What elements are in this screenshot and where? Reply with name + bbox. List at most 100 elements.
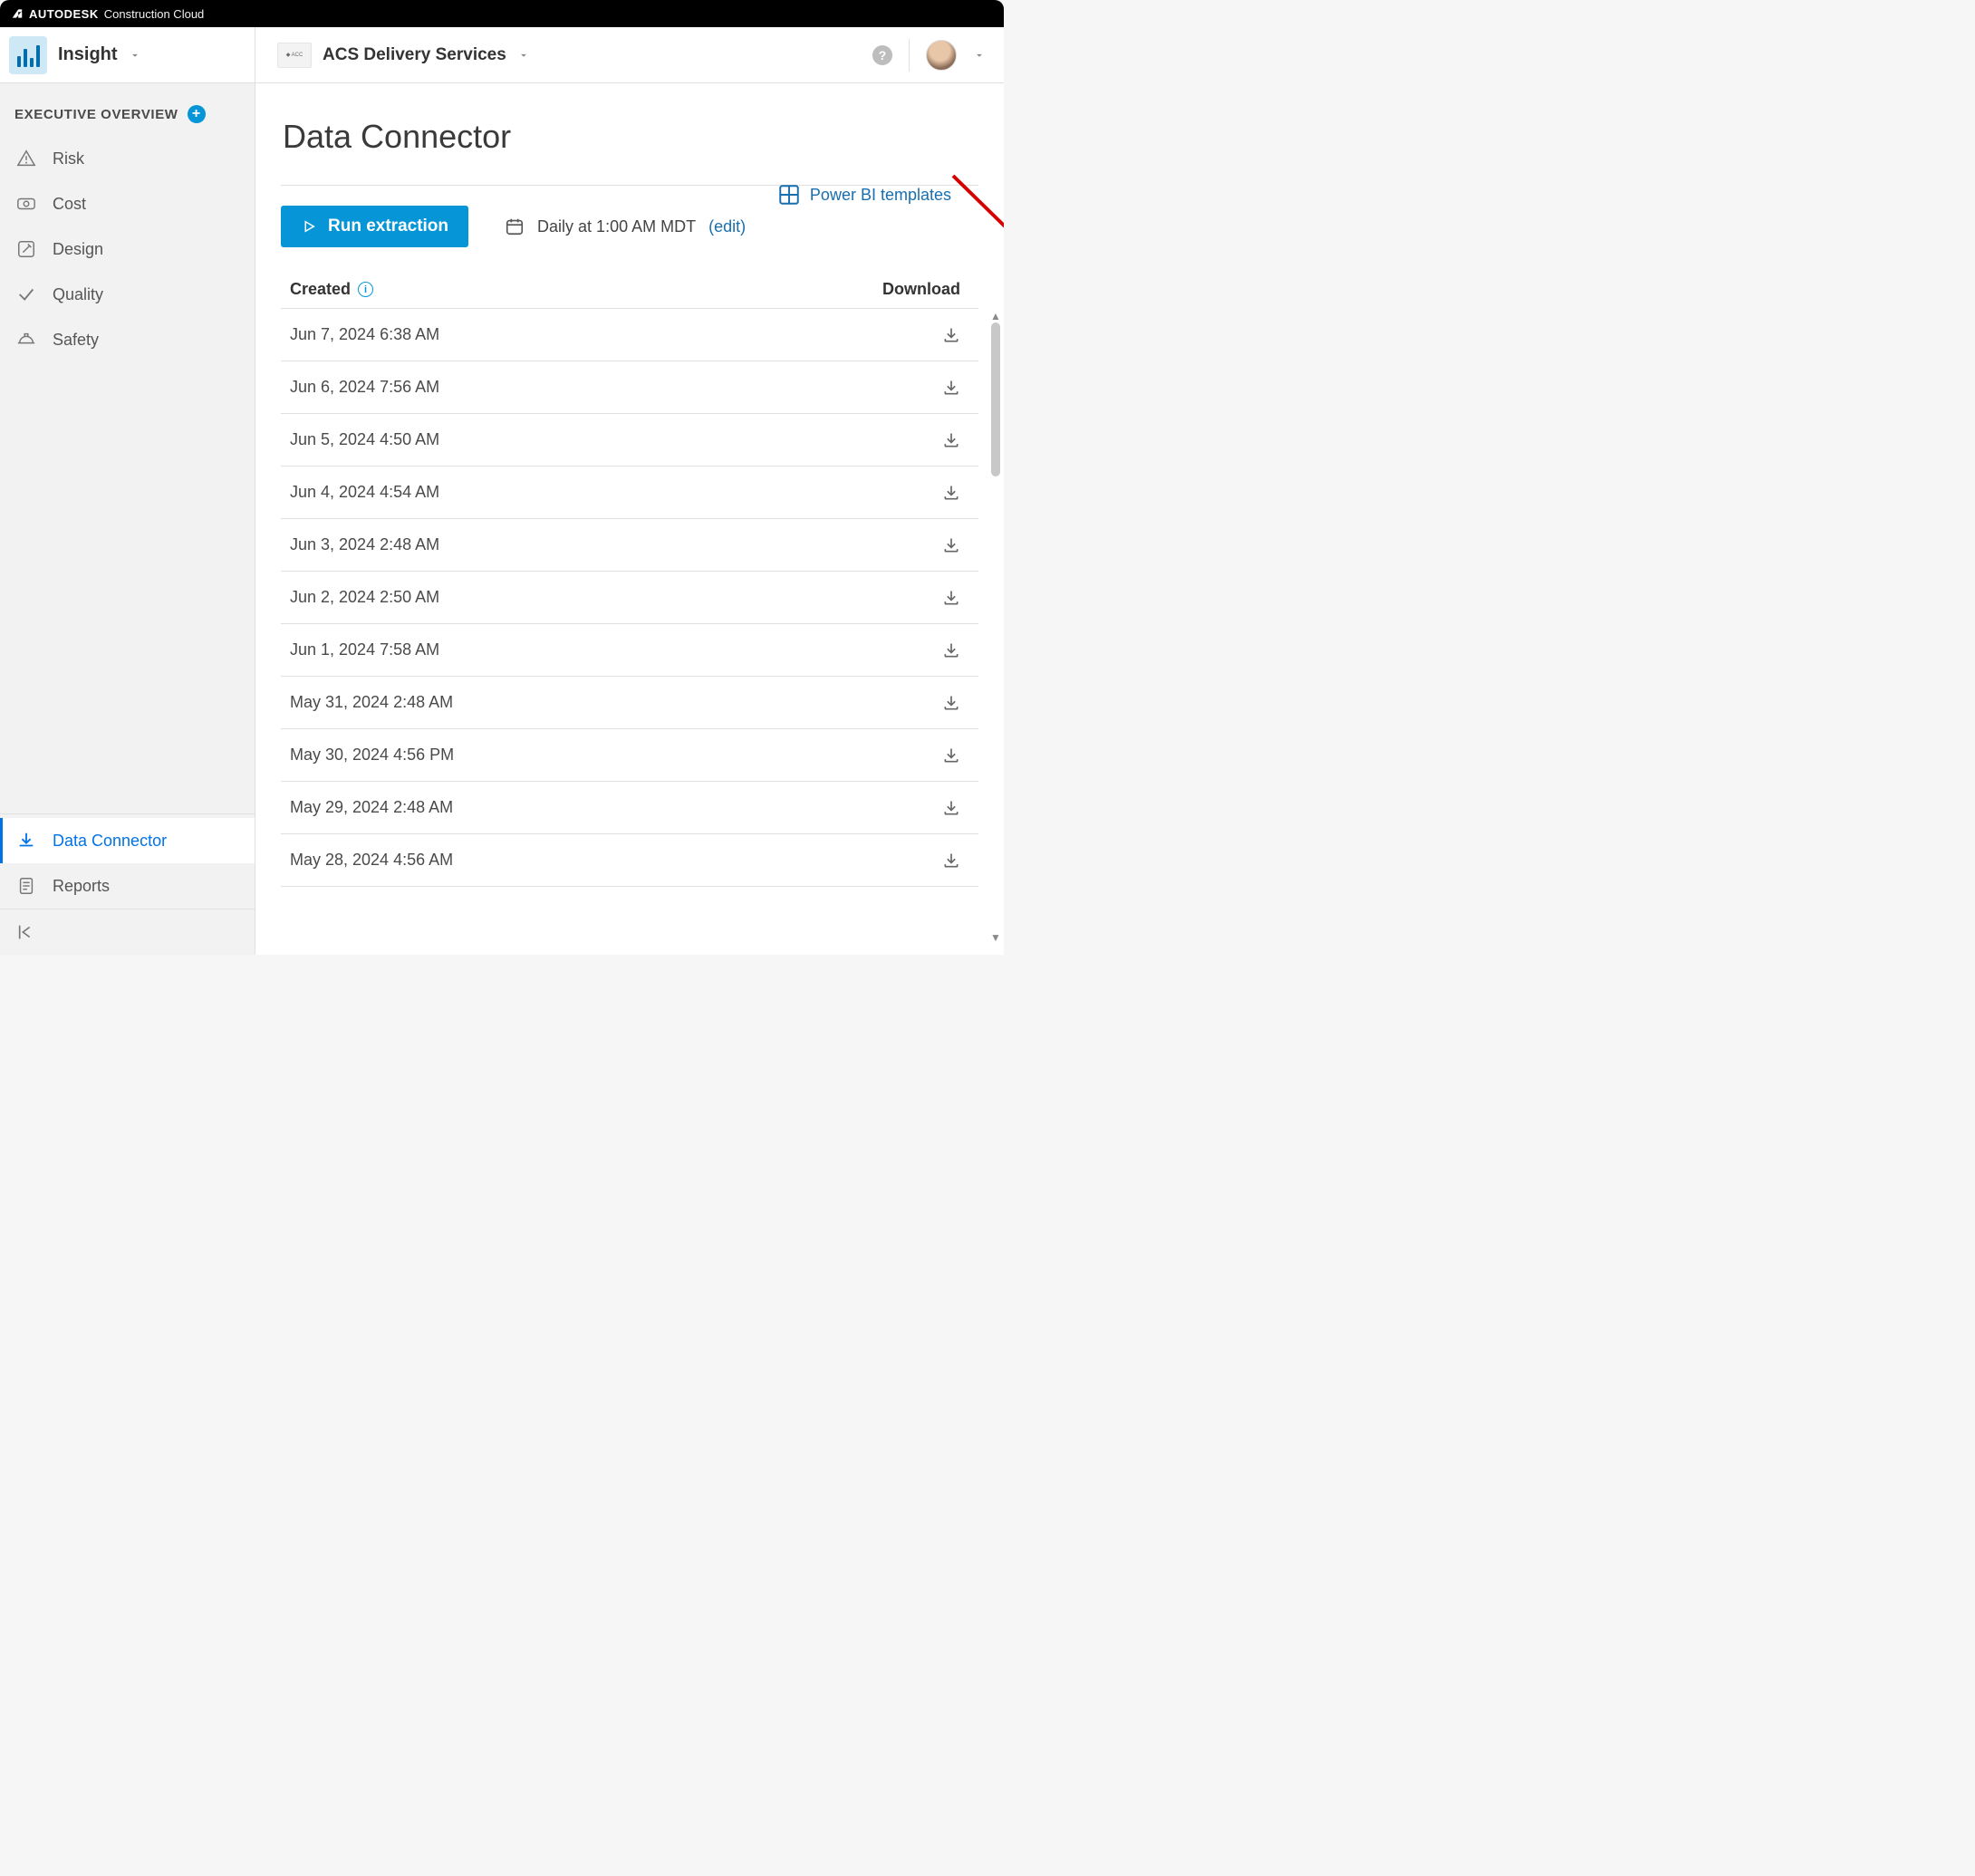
download-icon bbox=[942, 851, 960, 870]
sidebar-item-risk[interactable]: Risk bbox=[0, 136, 255, 181]
created-cell: May 28, 2024 4:56 AM bbox=[290, 851, 453, 870]
brand-product: Construction Cloud bbox=[104, 7, 205, 21]
table-row: Jun 3, 2024 2:48 AM bbox=[281, 519, 978, 572]
table-row: Jun 7, 2024 6:38 AM bbox=[281, 309, 978, 361]
collapse-icon bbox=[16, 922, 36, 942]
download-button[interactable] bbox=[942, 799, 960, 817]
download-icon bbox=[942, 746, 960, 765]
download-button[interactable] bbox=[942, 326, 960, 344]
sidebar-item-design[interactable]: Design bbox=[0, 226, 255, 272]
sidebar-item-label: Data Connector bbox=[53, 832, 167, 851]
table-row: Jun 2, 2024 2:50 AM bbox=[281, 572, 978, 624]
created-cell: Jun 6, 2024 7:56 AM bbox=[290, 378, 439, 397]
table-row: May 31, 2024 2:48 AM bbox=[281, 677, 978, 729]
table-row: May 30, 2024 4:56 PM bbox=[281, 729, 978, 782]
chevron-down-icon bbox=[517, 49, 530, 62]
module-name: Insight bbox=[58, 44, 118, 65]
download-icon bbox=[942, 484, 960, 502]
run-extraction-button[interactable]: Run extraction bbox=[281, 206, 468, 247]
app-header: Insight ◆ ACC ACS Delivery Services ? bbox=[0, 27, 1004, 83]
download-button[interactable] bbox=[942, 484, 960, 502]
sidebar-item-cost[interactable]: Cost bbox=[0, 181, 255, 226]
add-dashboard-button[interactable]: + bbox=[188, 105, 206, 123]
table-row: Jun 4, 2024 4:54 AM bbox=[281, 467, 978, 519]
download-button[interactable] bbox=[942, 851, 960, 870]
created-cell: Jun 4, 2024 4:54 AM bbox=[290, 483, 439, 502]
autodesk-logo-icon bbox=[11, 7, 24, 20]
insight-module-icon bbox=[9, 36, 47, 74]
schedule-display: Daily at 1:00 AM MDT (edit) bbox=[505, 216, 746, 236]
created-cell: Jun 1, 2024 7:58 AM bbox=[290, 640, 439, 659]
download-button[interactable] bbox=[942, 694, 960, 712]
help-icon[interactable]: ? bbox=[872, 45, 892, 65]
scrollbar[interactable]: ▲ ▼ bbox=[989, 310, 1002, 944]
sidebar-item-data-connector[interactable]: Data Connector bbox=[0, 818, 255, 863]
sidebar-item-label: Risk bbox=[53, 149, 84, 168]
created-cell: May 29, 2024 2:48 AM bbox=[290, 798, 453, 817]
scroll-up-icon[interactable]: ▲ bbox=[990, 310, 1001, 322]
chevron-down-icon[interactable] bbox=[973, 49, 986, 62]
grid-icon bbox=[777, 183, 801, 207]
sidebar-item-safety[interactable]: Safety bbox=[0, 317, 255, 362]
download-icon bbox=[942, 379, 960, 397]
sidebar: EXECUTIVE OVERVIEW + Risk Cost Design bbox=[0, 83, 255, 955]
download-icon bbox=[942, 641, 960, 659]
download-button[interactable] bbox=[942, 379, 960, 397]
sidebar-item-label: Quality bbox=[53, 285, 103, 304]
download-button[interactable] bbox=[942, 589, 960, 607]
column-label: Created bbox=[290, 280, 351, 299]
created-cell: Jun 7, 2024 6:38 AM bbox=[290, 325, 439, 344]
brand-company: AUTODESK bbox=[29, 7, 99, 21]
sidebar-item-reports[interactable]: Reports bbox=[0, 863, 255, 909]
download-icon bbox=[942, 799, 960, 817]
sidebar-section-title: EXECUTIVE OVERVIEW bbox=[14, 107, 178, 122]
table-row: May 28, 2024 4:56 AM bbox=[281, 834, 978, 887]
calendar-icon bbox=[505, 216, 525, 236]
brand-bar: AUTODESK Construction Cloud bbox=[0, 0, 1004, 27]
report-icon bbox=[16, 876, 36, 896]
project-thumb-icon: ◆ ACC bbox=[277, 43, 312, 68]
pencil-square-icon bbox=[16, 239, 36, 259]
sidebar-item-quality[interactable]: Quality bbox=[0, 272, 255, 317]
sidebar-nav: Risk Cost Design Quality bbox=[0, 132, 255, 362]
table-row: Jun 1, 2024 7:58 AM bbox=[281, 624, 978, 677]
collapse-sidebar-button[interactable] bbox=[0, 909, 255, 955]
module-switcher[interactable]: Insight bbox=[0, 27, 255, 82]
created-cell: May 30, 2024 4:56 PM bbox=[290, 746, 454, 765]
download-icon bbox=[942, 589, 960, 607]
scroll-down-icon[interactable]: ▼ bbox=[990, 931, 1001, 944]
download-icon bbox=[16, 831, 36, 851]
download-icon bbox=[942, 431, 960, 449]
download-icon bbox=[942, 694, 960, 712]
play-icon bbox=[301, 218, 317, 235]
download-button[interactable] bbox=[942, 536, 960, 554]
schedule-text: Daily at 1:00 AM MDT bbox=[537, 217, 696, 236]
download-button[interactable] bbox=[942, 431, 960, 449]
sidebar-nav-bottom: Data Connector Reports bbox=[0, 813, 255, 955]
scroll-track[interactable] bbox=[989, 322, 1002, 931]
project-switcher[interactable]: ◆ ACC ACS Delivery Services bbox=[255, 43, 530, 68]
created-cell: Jun 3, 2024 2:48 AM bbox=[290, 535, 439, 554]
sidebar-item-label: Reports bbox=[53, 877, 110, 896]
divider bbox=[909, 39, 910, 72]
info-icon[interactable]: i bbox=[358, 282, 373, 297]
powerbi-link-label: Power BI templates bbox=[810, 186, 951, 205]
download-button[interactable] bbox=[942, 641, 960, 659]
table-header: Created i Download bbox=[281, 271, 978, 309]
edit-schedule-link[interactable]: (edit) bbox=[708, 217, 746, 236]
scroll-thumb[interactable] bbox=[991, 322, 1000, 476]
check-icon bbox=[16, 284, 36, 304]
powerbi-templates-link[interactable]: Power BI templates bbox=[777, 183, 951, 207]
column-created[interactable]: Created i bbox=[290, 280, 373, 299]
sidebar-item-label: Design bbox=[53, 240, 103, 259]
column-download: Download bbox=[882, 280, 960, 299]
main-content: Data Connector Power BI templates Run ex… bbox=[255, 83, 1004, 955]
download-button[interactable] bbox=[942, 746, 960, 765]
user-avatar[interactable] bbox=[926, 40, 957, 71]
money-icon bbox=[16, 194, 36, 214]
download-icon bbox=[942, 326, 960, 344]
hardhat-icon bbox=[16, 330, 36, 350]
run-button-label: Run extraction bbox=[328, 216, 448, 236]
download-icon bbox=[942, 536, 960, 554]
chevron-down-icon bbox=[129, 49, 141, 62]
